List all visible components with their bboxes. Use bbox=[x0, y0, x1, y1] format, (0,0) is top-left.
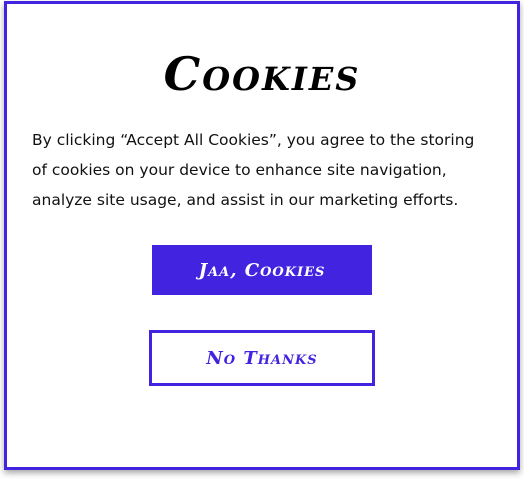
cookie-consent-dialog: Cookies By clicking “Accept All Cookies”… bbox=[4, 1, 520, 470]
accept-cookies-button[interactable]: Jaa, Cookies bbox=[152, 245, 372, 295]
decline-cookies-button[interactable]: No Thanks bbox=[149, 330, 375, 386]
consent-message: By clicking “Accept All Cookies”, you ag… bbox=[32, 131, 475, 209]
dialog-title: Cookies bbox=[163, 47, 361, 101]
